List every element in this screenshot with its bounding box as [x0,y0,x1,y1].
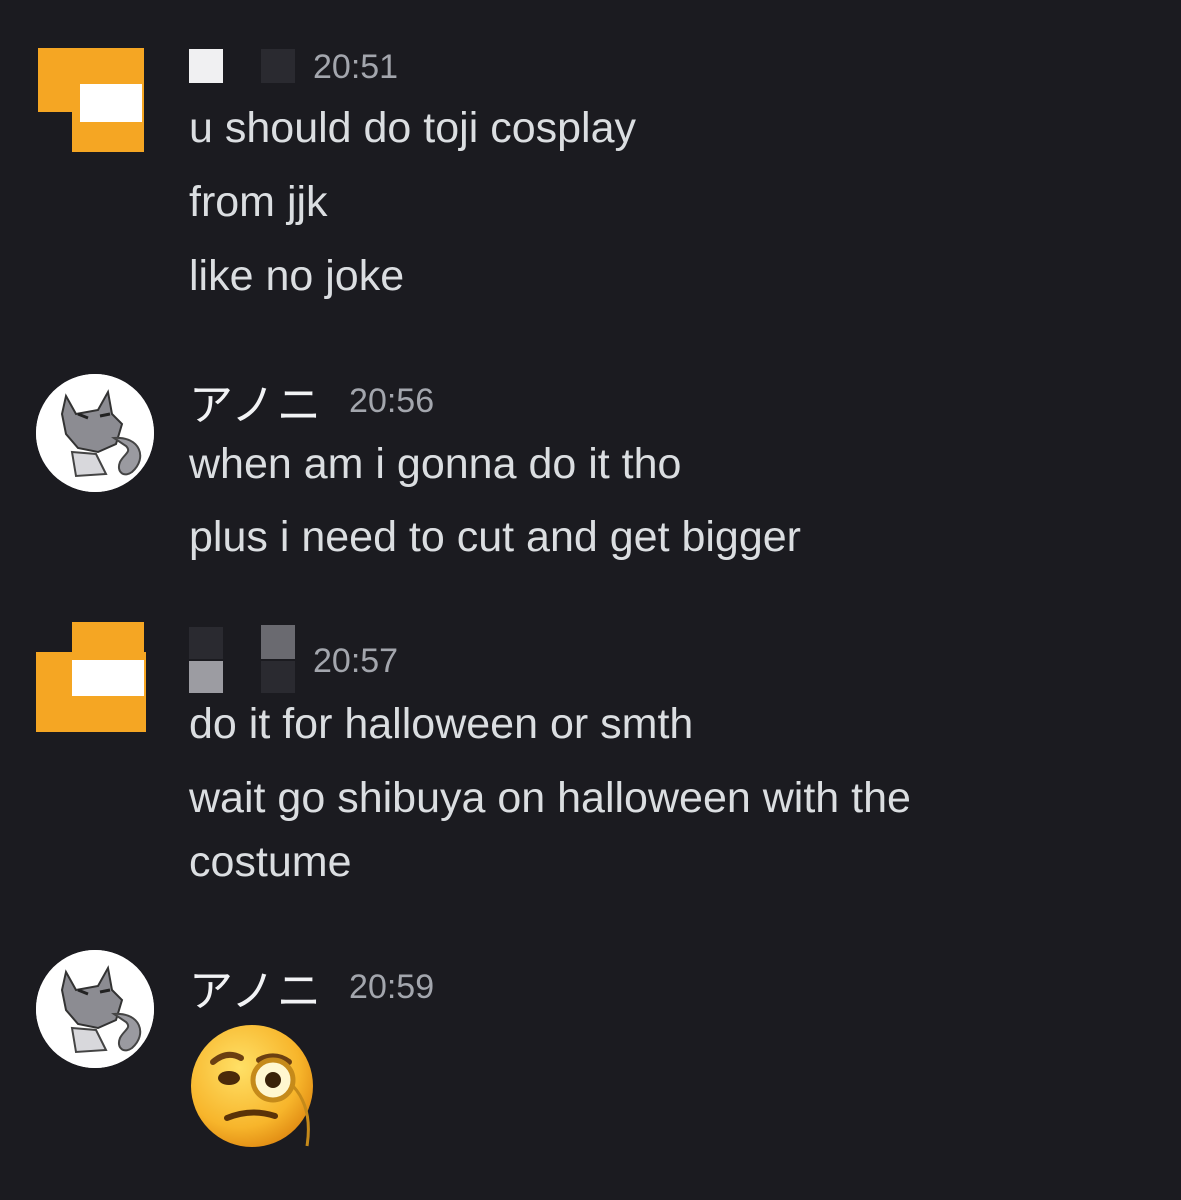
redacted-avatar-image [36,622,146,732]
username[interactable]: アノニ [189,369,323,433]
message-text: from jjk [189,178,328,226]
redacted-username[interactable] [189,625,299,697]
message-header: アノニ 20:56 [189,376,435,431]
message-text: plus i need to cut and get bigger [189,513,801,561]
message-header: アノニ 20:59 [189,962,435,1017]
timestamp: 20:59 [349,967,435,1006]
redaction-blocks [189,625,295,693]
message-text: wait go shibuya on halloween with the [189,774,911,822]
message-text: u should do toji cosplay [189,104,637,152]
message-header: 20:57 [189,625,399,693]
wolf-avatar-image [36,950,154,1068]
timestamp: 20:56 [349,381,435,420]
timestamp: 20:51 [313,47,399,86]
wolf-avatar-icon[interactable] [36,374,154,492]
message-text: like no joke [189,252,405,300]
redacted-avatar[interactable] [36,44,146,154]
redacted-avatar-image [36,44,146,154]
wolf-avatar-image [36,374,154,492]
monocle-emoji-image [191,1025,313,1147]
username[interactable]: アノニ [189,955,323,1019]
redacted-avatar[interactable] [36,622,146,732]
wolf-avatar-icon[interactable] [36,950,154,1068]
timestamp: 20:57 [313,641,399,680]
message-text: when am i gonna do it tho [189,440,682,488]
face-with-monocle-icon[interactable] [189,1022,329,1157]
message-text: do it for halloween or smth [189,700,694,748]
message-header: 20:51 [189,42,398,92]
redaction-blocks [189,49,295,83]
redacted-username[interactable] [189,49,299,85]
message-text: costume [189,838,352,886]
